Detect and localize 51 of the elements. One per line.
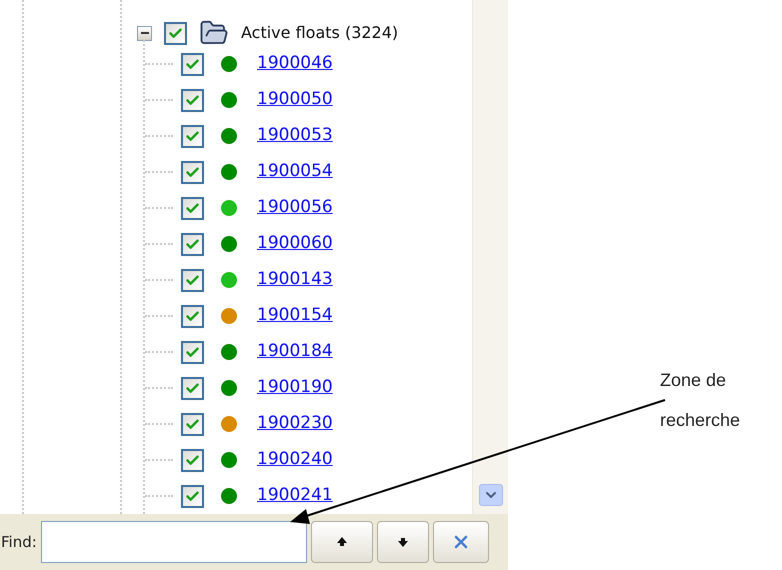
check-icon xyxy=(185,56,200,72)
check-icon xyxy=(185,380,200,396)
check-icon xyxy=(185,164,200,180)
node-label[interactable]: Active floats (3224) xyxy=(241,21,398,45)
float-link[interactable]: 1900050 xyxy=(257,87,333,113)
checkbox[interactable] xyxy=(181,160,204,184)
checkbox[interactable] xyxy=(181,304,204,328)
checkbox[interactable] xyxy=(181,88,204,112)
float-link[interactable]: 1900154 xyxy=(257,303,333,329)
check-icon xyxy=(185,272,200,288)
annotation-text: Zone de recherche xyxy=(660,369,742,432)
close-button[interactable] xyxy=(432,521,489,563)
float-link[interactable]: 1900240 xyxy=(257,447,333,473)
float-link[interactable]: 1900143 xyxy=(257,267,333,293)
find-field[interactable] xyxy=(40,521,307,563)
checkbox[interactable] xyxy=(181,412,204,436)
check-icon xyxy=(185,128,200,144)
checkbox[interactable] xyxy=(181,376,204,400)
check-icon xyxy=(185,308,200,324)
checkbox[interactable] xyxy=(181,232,204,256)
check-icon xyxy=(185,344,200,360)
float-link[interactable]: 1900184 xyxy=(257,339,333,365)
collapse-icon[interactable] xyxy=(137,26,152,40)
check-icon xyxy=(185,200,200,216)
arrow-down-icon xyxy=(396,536,409,548)
checkbox[interactable] xyxy=(181,196,204,220)
check-icon xyxy=(185,92,200,108)
check-icon xyxy=(185,236,200,252)
checkbox[interactable] xyxy=(181,268,204,292)
checkbox[interactable] xyxy=(181,484,204,508)
check-icon xyxy=(168,26,183,40)
float-link[interactable]: 1900241 xyxy=(257,483,333,509)
float-link[interactable]: 1900060 xyxy=(257,231,333,257)
check-icon xyxy=(185,416,200,432)
float-link[interactable]: 1900054 xyxy=(257,159,333,185)
find-label: Find: xyxy=(1,532,37,553)
checkbox[interactable] xyxy=(181,52,204,76)
checkbox[interactable] xyxy=(181,340,204,364)
checkbox[interactable] xyxy=(181,124,204,148)
checkbox[interactable] xyxy=(181,448,204,472)
float-link[interactable]: 1900053 xyxy=(257,123,333,149)
checkbox[interactable] xyxy=(164,22,187,44)
arrow-up-icon xyxy=(336,536,348,548)
check-icon xyxy=(185,452,200,468)
float-link[interactable]: 1900230 xyxy=(257,411,333,437)
scroll-down-button[interactable] xyxy=(478,484,502,506)
float-link[interactable]: 1900056 xyxy=(257,195,333,221)
float-link[interactable]: 1900190 xyxy=(257,375,333,401)
scrollbar[interactable] xyxy=(472,0,508,514)
float-link[interactable]: 1900046 xyxy=(257,51,333,77)
check-icon xyxy=(185,488,200,504)
